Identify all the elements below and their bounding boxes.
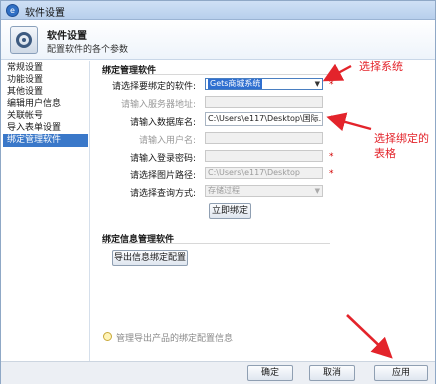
database-label: 请输入数据库名:: [129, 118, 196, 128]
username-input[interactable]: [205, 132, 323, 144]
server-input[interactable]: [205, 96, 323, 108]
cancel-button[interactable]: 取消: [309, 365, 355, 381]
password-input[interactable]: [205, 150, 323, 162]
required-mark: *: [329, 80, 334, 90]
software-select[interactable]: Gets商城系统 ▼: [205, 78, 323, 90]
binding-section-divider: [102, 74, 330, 75]
settings-sidebar: 常规设置 功能设置 其他设置 编辑用户信息 关联帐号 导入表单设置 绑定管理软件: [1, 61, 90, 361]
query-method-label: 请选择查询方式:: [129, 189, 196, 199]
chevron-down-icon: ▼: [314, 80, 320, 88]
ok-button[interactable]: 确定: [247, 365, 293, 381]
sidebar-item-bind-software[interactable]: 绑定管理软件: [3, 134, 88, 147]
annotation-select-table-line2: 表格: [374, 147, 396, 160]
header-subtitle: 配置软件的各个参数: [47, 45, 129, 55]
query-method-value: 存储过程: [208, 186, 240, 195]
password-label: 请输入登录密码:: [129, 154, 196, 164]
settings-window: e 软件设置 软件设置 配置软件的各个参数 常规设置 功能设置 其他设置 编辑用…: [0, 0, 436, 384]
settings-header: 软件设置 配置软件的各个参数: [1, 20, 435, 60]
lightbulb-icon: [103, 332, 112, 341]
annotation-select-table-line1: 选择绑定的: [374, 132, 429, 145]
database-input[interactable]: C:\Users\e117\Desktop\国际...: [205, 112, 323, 126]
export-hint-text: 管理导出产品的绑定配置信息: [116, 334, 234, 344]
server-label: 请输入服务器地址:: [120, 100, 196, 110]
required-mark: *: [329, 152, 334, 162]
query-method-select[interactable]: 存储过程 ▼: [205, 185, 323, 197]
image-path-input[interactable]: C:\Users\e117\Desktop: [205, 167, 323, 179]
title-bar[interactable]: e 软件设置: [1, 1, 435, 20]
required-mark: *: [329, 169, 334, 179]
export-binding-config-button[interactable]: 导出信息绑定配置: [112, 250, 188, 266]
apply-button[interactable]: 应用: [374, 365, 428, 381]
app-logo-icon: e: [6, 4, 19, 17]
info-section-divider: [102, 243, 330, 244]
required-mark: *: [329, 115, 334, 125]
settings-gear-icon: [10, 26, 38, 54]
bind-now-button[interactable]: 立即绑定: [209, 203, 251, 219]
header-title: 软件设置: [47, 31, 87, 42]
annotation-select-system: 选择系统: [359, 60, 403, 73]
software-label: 请选择要绑定的软件:: [111, 82, 196, 92]
window-title: 软件设置: [25, 8, 65, 19]
dialog-footer: 确定 取消 应用: [1, 361, 435, 384]
binding-panel: 绑定管理软件 请选择要绑定的软件: Gets商城系统 ▼ * 请输入服务器地址:…: [91, 61, 435, 361]
software-select-value: Gets商城系统: [208, 79, 263, 89]
chevron-down-icon: ▼: [314, 187, 320, 195]
image-path-label: 请选择图片路径:: [129, 171, 196, 181]
username-label: 请输入用户名:: [138, 136, 196, 146]
